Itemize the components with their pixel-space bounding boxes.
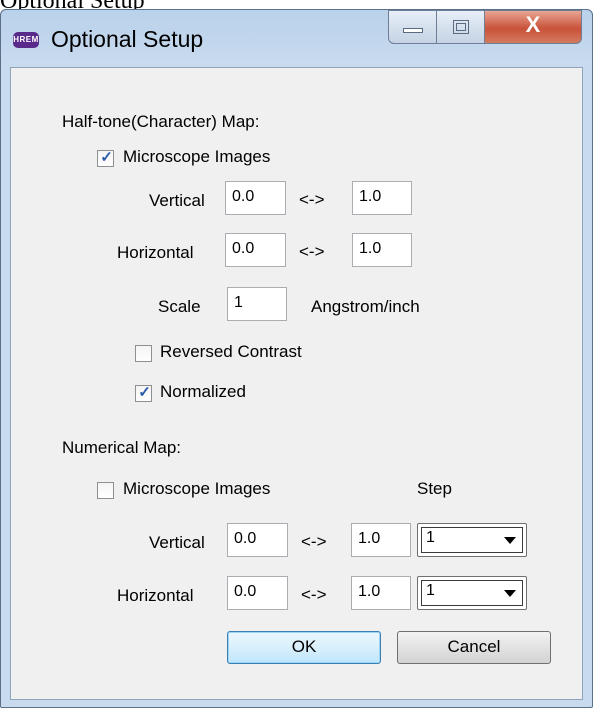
optional-setup-dialog: HREM Optional Setup X Half-tone(Characte… <box>0 9 593 708</box>
minimize-button[interactable] <box>388 10 437 44</box>
checkmark-icon: ✓ <box>100 149 113 166</box>
numerical-section-label: Numerical Map: <box>62 438 182 457</box>
halftone-vertical-to-input[interactable]: 1.0 <box>352 181 412 215</box>
halftone-horizontal-from-input[interactable]: 0.0 <box>225 233 286 267</box>
numerical-horizontal-range-arrow: <-> <box>301 585 327 604</box>
halftone-microscope-label: Microscope Images <box>123 147 271 166</box>
halftone-section-label: Half-tone(Character) Map: <box>62 112 260 131</box>
maximize-icon <box>453 20 469 34</box>
halftone-horizontal-range-arrow: <-> <box>299 242 325 261</box>
window-title: Optional Setup <box>51 26 204 52</box>
reversed-contrast-checkbox[interactable] <box>135 345 152 362</box>
halftone-vertical-label: Vertical <box>149 191 205 210</box>
close-icon: X <box>525 12 541 37</box>
step-label: Step <box>417 479 452 498</box>
vertical-step-value: 1 <box>426 529 435 546</box>
reversed-contrast-label: Reversed Contrast <box>160 342 302 361</box>
numerical-vertical-range-arrow: <-> <box>301 532 327 551</box>
numerical-vertical-from-input[interactable]: 0.0 <box>227 523 288 557</box>
ok-button[interactable]: OK <box>227 631 381 664</box>
maximize-button[interactable] <box>436 10 485 44</box>
checkmark-icon: ✓ <box>138 384 151 401</box>
normalized-label: Normalized <box>160 382 246 401</box>
numerical-vertical-label: Vertical <box>149 533 205 552</box>
numerical-microscope-label: Microscope Images <box>123 479 271 498</box>
halftone-horizontal-to-input[interactable]: 1.0 <box>352 233 412 267</box>
cancel-button[interactable]: Cancel <box>397 631 551 664</box>
numerical-microscope-checkbox[interactable] <box>97 482 114 499</box>
numerical-vertical-to-input[interactable]: 1.0 <box>351 523 411 557</box>
close-button[interactable]: X <box>484 10 582 44</box>
numerical-horizontal-from-input[interactable]: 0.0 <box>227 576 288 610</box>
halftone-microscope-checkbox[interactable]: ✓ <box>97 149 114 167</box>
numerical-horizontal-label: Horizontal <box>117 586 194 605</box>
scale-input[interactable]: 1 <box>227 287 287 321</box>
dialog-client-area: Half-tone(Character) Map: ✓ Microscope I… <box>10 67 583 700</box>
minimize-icon <box>403 28 423 33</box>
scale-unit-label: Angstrom/inch <box>311 297 420 316</box>
normalized-checkbox[interactable]: ✓ <box>135 384 152 402</box>
horizontal-step-value: 1 <box>426 582 435 599</box>
app-icon: HREM <box>13 32 39 48</box>
numerical-horizontal-to-input[interactable]: 1.0 <box>351 576 411 610</box>
halftone-vertical-range-arrow: <-> <box>299 190 325 209</box>
chevron-down-icon <box>504 537 516 544</box>
vertical-step-dropdown[interactable]: 1 <box>417 523 527 557</box>
halftone-horizontal-label: Horizontal <box>117 243 194 262</box>
chevron-down-icon <box>504 590 516 597</box>
horizontal-step-dropdown[interactable]: 1 <box>417 576 527 610</box>
halftone-vertical-from-input[interactable]: 0.0 <box>225 181 286 215</box>
scale-label: Scale <box>158 297 201 316</box>
